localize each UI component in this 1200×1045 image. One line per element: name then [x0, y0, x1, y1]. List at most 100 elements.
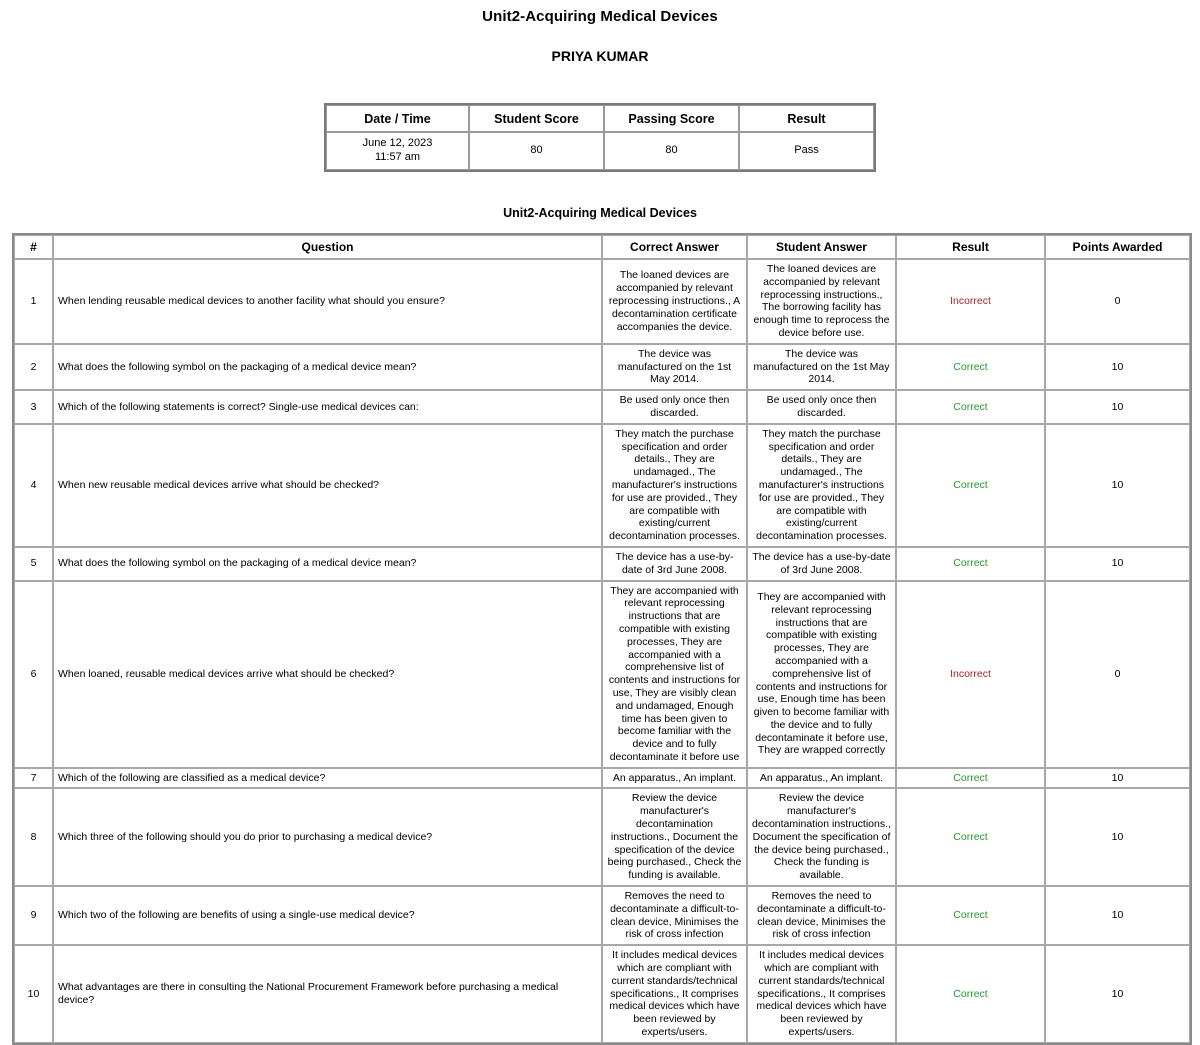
results-header-question: Question: [53, 235, 602, 259]
row-result-status: Correct: [896, 390, 1045, 424]
row-number: 4: [14, 423, 53, 547]
row-points-awarded: 10: [1045, 788, 1190, 887]
summary-table-container: Date / Time Student Score Passing Score …: [0, 64, 1200, 172]
table-row: 9 Which two of the following are benefits…: [14, 886, 1190, 946]
summary-date: June 12, 2023: [362, 137, 433, 150]
row-student-answer: The device has a use-by-date of 3rd June…: [747, 546, 896, 581]
row-question: Which two of the following are benefits …: [53, 886, 602, 946]
row-points-awarded: 10: [1045, 546, 1190, 581]
student-name: PRIYA KUMAR: [551, 48, 649, 64]
row-result-status: Correct: [896, 343, 1045, 391]
results-header-correct-answer: Correct Answer: [602, 235, 747, 259]
results-header-row: # Question Correct Answer Student Answer…: [14, 235, 1190, 259]
summary-header-result: Result: [739, 105, 874, 132]
summary-table: Date / Time Student Score Passing Score …: [324, 103, 876, 172]
quiz-result-page: Unit2-Acquiring Medical Devices PRIYA KU…: [0, 0, 1200, 1045]
row-question: What does the following symbol on the pa…: [53, 343, 602, 391]
page-title: Unit2-Acquiring Medical Devices: [482, 8, 718, 25]
summary-table-head: Date / Time Student Score Passing Score …: [326, 105, 874, 132]
results-header-points-awarded: Points Awarded: [1045, 235, 1190, 259]
table-row: 2 What does the following symbol on the p…: [14, 343, 1190, 391]
row-student-answer: Removes the need to decontaminate a diff…: [747, 886, 896, 946]
summary-value-row: June 12, 2023 11:57 am 80 80 Pass: [326, 132, 874, 170]
row-question: What does the following symbol on the pa…: [53, 546, 602, 581]
results-table: # Question Correct Answer Student Answer…: [12, 233, 1192, 1045]
row-points-awarded: 0: [1045, 259, 1190, 344]
table-row: 7 Which of the following are classified a…: [14, 767, 1190, 789]
row-correct-answer: The loaned devices are accompanied by re…: [602, 259, 747, 344]
row-correct-answer: They are accompanied with relevant repro…: [602, 580, 747, 768]
summary-time: 11:57 am: [374, 151, 421, 163]
summary-student-score: 80: [469, 132, 604, 170]
row-correct-answer: An apparatus., An implant.: [602, 767, 747, 789]
row-number: 9: [14, 886, 53, 946]
row-question: When new reusable medical devices arrive…: [53, 423, 602, 547]
row-number: 6: [14, 580, 53, 768]
row-student-answer: It includes medical devices which are co…: [747, 945, 896, 1043]
row-student-answer: They are accompanied with relevant repro…: [747, 580, 896, 768]
summary-header-row: Date / Time Student Score Passing Score …: [326, 105, 874, 132]
row-result-status: Correct: [896, 423, 1045, 547]
table-row: 5 What does the following symbol on the p…: [14, 546, 1190, 581]
row-points-awarded: 10: [1045, 390, 1190, 424]
row-points-awarded: 10: [1045, 423, 1190, 547]
row-student-answer: An apparatus., An implant.: [747, 767, 896, 789]
row-result-status: Correct: [896, 788, 1045, 887]
summary-header-student-score: Student Score: [469, 105, 604, 132]
results-section-title: Unit2-Acquiring Medical Devices: [503, 206, 697, 220]
summary-result: Pass: [739, 132, 874, 170]
row-question: What advantages are there in consulting …: [53, 945, 602, 1043]
row-number: 10: [14, 945, 53, 1043]
summary-header-date-time: Date / Time: [326, 105, 469, 132]
row-result-status: Incorrect: [896, 580, 1045, 768]
row-result-status: Incorrect: [896, 259, 1045, 344]
results-header-student-answer: Student Answer: [747, 235, 896, 259]
row-result-status: Correct: [896, 945, 1045, 1043]
row-correct-answer: Removes the need to decontaminate a diff…: [602, 886, 747, 946]
row-student-answer: The device was manufactured on the 1st M…: [747, 343, 896, 391]
table-row: 3 Which of the following statements is co…: [14, 390, 1190, 424]
row-question: When loaned, reusable medical devices ar…: [53, 580, 602, 768]
row-question: Which of the following are classified as…: [53, 767, 602, 789]
row-result-status: Correct: [896, 886, 1045, 946]
results-table-container: # Question Correct Answer Student Answer…: [0, 233, 1200, 1045]
row-number: 7: [14, 767, 53, 789]
row-points-awarded: 10: [1045, 945, 1190, 1043]
row-correct-answer: Be used only once then discarded.: [602, 390, 747, 424]
summary-table-body: June 12, 2023 11:57 am 80 80 Pass: [326, 132, 874, 170]
row-student-answer: The loaned devices are accompanied by re…: [747, 259, 896, 344]
row-points-awarded: 0: [1045, 580, 1190, 768]
row-number: 2: [14, 343, 53, 391]
row-correct-answer: The device has a use-by-date of 3rd June…: [602, 546, 747, 581]
summary-header-passing-score: Passing Score: [604, 105, 739, 132]
row-result-status: Correct: [896, 546, 1045, 581]
table-row: 4 When new reusable medical devices arriv…: [14, 423, 1190, 547]
row-points-awarded: 10: [1045, 767, 1190, 789]
table-row: 10 What advantages are there in consultin…: [14, 945, 1190, 1043]
row-points-awarded: 10: [1045, 886, 1190, 946]
row-question: Which of the following statements is cor…: [53, 390, 602, 424]
row-correct-answer: Review the device manufacturer's deconta…: [602, 788, 747, 887]
results-header-number: #: [14, 235, 53, 259]
row-number: 5: [14, 546, 53, 581]
row-student-answer: Be used only once then discarded.: [747, 390, 896, 424]
results-header-result: Result: [896, 235, 1045, 259]
table-row: 6 When loaned, reusable medical devices a…: [14, 580, 1190, 768]
row-student-answer: Review the device manufacturer's deconta…: [747, 788, 896, 887]
table-row: 1 When lending reusable medical devices t…: [14, 259, 1190, 344]
row-number: 3: [14, 390, 53, 424]
table-row: 8 Which three of the following should you…: [14, 788, 1190, 887]
row-correct-answer: They match the purchase specification an…: [602, 423, 747, 547]
results-table-head: # Question Correct Answer Student Answer…: [14, 235, 1190, 259]
summary-date-time-cell: June 12, 2023 11:57 am: [326, 132, 469, 170]
row-correct-answer: It includes medical devices which are co…: [602, 945, 747, 1043]
row-student-answer: They match the purchase specification an…: [747, 423, 896, 547]
row-result-status: Correct: [896, 767, 1045, 789]
row-number: 1: [14, 259, 53, 344]
row-correct-answer: The device was manufactured on the 1st M…: [602, 343, 747, 391]
row-number: 8: [14, 788, 53, 887]
row-points-awarded: 10: [1045, 343, 1190, 391]
results-table-body: 1 When lending reusable medical devices t…: [14, 259, 1190, 1043]
summary-passing-score: 80: [604, 132, 739, 170]
row-question: Which three of the following should you …: [53, 788, 602, 887]
